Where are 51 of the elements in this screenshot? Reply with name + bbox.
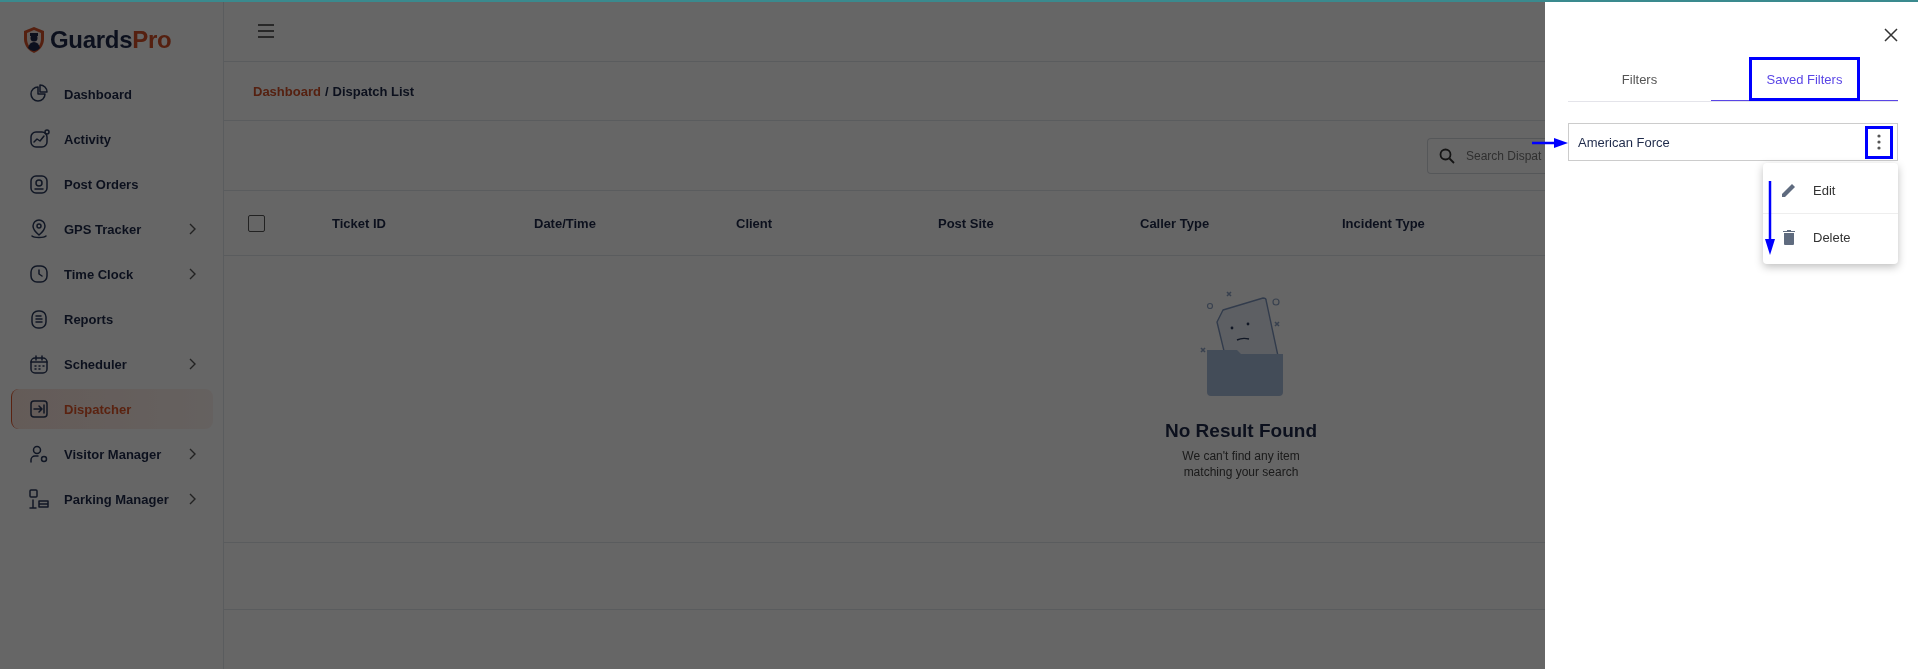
chevron-right-icon bbox=[189, 223, 197, 235]
location-badge-icon bbox=[28, 173, 50, 195]
breadcrumb-separator: / bbox=[324, 83, 329, 99]
column-header: Client bbox=[736, 215, 774, 231]
column-header: Date/Time bbox=[534, 215, 597, 231]
arrow-icon bbox=[1532, 138, 1568, 148]
menu-icon[interactable] bbox=[257, 23, 275, 38]
nav-item[interactable]: Dispatcher bbox=[11, 389, 213, 429]
nav-item[interactable]: Activity bbox=[11, 119, 213, 159]
more-options-button[interactable] bbox=[1865, 125, 1893, 159]
parking-sign-icon bbox=[28, 488, 50, 510]
column-header: Ticket ID bbox=[332, 215, 387, 231]
column-header: Incident Type bbox=[1342, 215, 1426, 231]
chevron-right-icon bbox=[189, 358, 197, 370]
column-header: Caller Type bbox=[1140, 215, 1211, 231]
nav-item[interactable]: Parking Manager bbox=[11, 479, 213, 519]
document-icon bbox=[28, 308, 50, 330]
map-pin-icon bbox=[28, 218, 50, 240]
saved-filter-name: American Force bbox=[1578, 134, 1671, 150]
saved-filter-item[interactable]: American Force bbox=[1568, 123, 1898, 161]
trash-icon bbox=[1780, 228, 1798, 246]
arrow-icon bbox=[1765, 181, 1775, 255]
user-gear-icon bbox=[28, 443, 50, 465]
clock-icon bbox=[28, 263, 50, 285]
nav-item[interactable]: Dashboard bbox=[11, 74, 213, 114]
nav-item[interactable]: Visitor Manager bbox=[11, 434, 213, 474]
empty-state-title: No Result Found bbox=[1165, 420, 1317, 442]
breadcrumb-link[interactable]: Dashboard bbox=[253, 83, 321, 99]
chevron-right-icon bbox=[189, 268, 197, 280]
nav-item[interactable]: GPS Tracker bbox=[11, 209, 213, 249]
chevron-right-icon bbox=[189, 493, 197, 505]
chevron-right-icon bbox=[189, 448, 197, 460]
column-header: Post Site bbox=[938, 215, 995, 231]
sign-in-icon bbox=[28, 398, 50, 420]
nav-item[interactable]: Time Clock bbox=[11, 254, 213, 294]
activity-icon bbox=[28, 128, 50, 150]
shield-guard-icon bbox=[22, 26, 46, 54]
select-all-checkbox[interactable] bbox=[248, 214, 265, 232]
nav-item[interactable]: Reports bbox=[11, 299, 213, 339]
logo-text: GuardsPro bbox=[50, 26, 172, 54]
tab[interactable]: Filters bbox=[1568, 57, 1711, 101]
empty-state-message: We can't find any item matching your search bbox=[1181, 448, 1301, 480]
more-vertical-icon bbox=[1877, 134, 1881, 150]
pencil-icon bbox=[1780, 181, 1798, 199]
nav-item[interactable]: Post Orders bbox=[11, 164, 213, 204]
nav-item[interactable]: Scheduler bbox=[11, 344, 213, 384]
menu-item[interactable]: Edit bbox=[1763, 167, 1898, 213]
close-icon[interactable] bbox=[1884, 28, 1898, 42]
calendar-icon bbox=[28, 353, 50, 375]
breadcrumb-current: Dispatch List bbox=[332, 83, 415, 99]
pie-chart-icon bbox=[28, 83, 50, 105]
